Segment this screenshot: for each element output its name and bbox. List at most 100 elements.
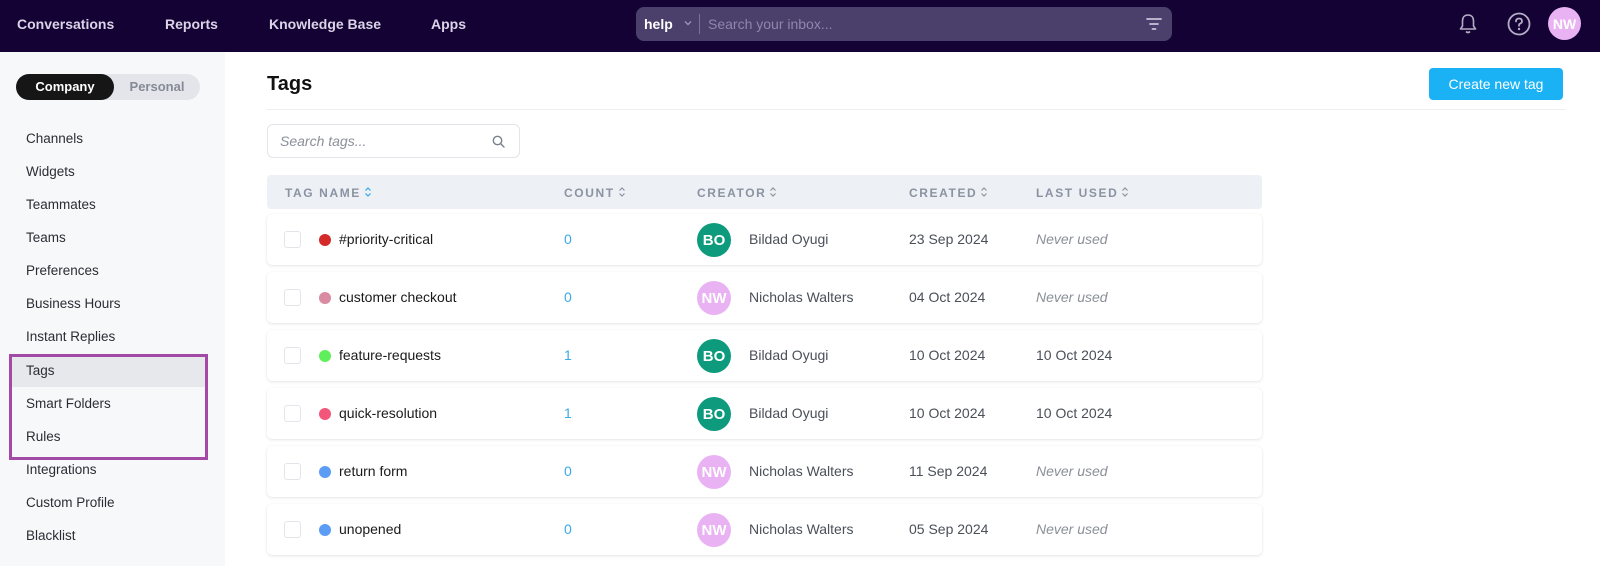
column-label: COUNT [564, 186, 615, 200]
sidebar-item-channels[interactable]: Channels [10, 122, 206, 155]
tag-name[interactable]: feature-requests [339, 347, 441, 363]
row-checkbox[interactable] [284, 405, 301, 422]
tag-color-dot [319, 408, 331, 420]
column-label: TAG NAME [285, 186, 361, 200]
creator-name: Nicholas Walters [749, 463, 854, 479]
creator-avatar: BO [697, 397, 731, 431]
column-header-count[interactable]: COUNT [564, 186, 626, 200]
column-header-creator[interactable]: CREATOR [697, 186, 777, 200]
creator-name: Nicholas Walters [749, 521, 854, 537]
last-used-date: Never used [1036, 521, 1108, 537]
nav-apps[interactable]: Apps [431, 16, 466, 32]
creator-avatar: BO [697, 339, 731, 373]
last-used-date: Never used [1036, 289, 1108, 305]
creator-avatar: NW [697, 455, 731, 489]
tag-color-dot [319, 292, 331, 304]
sidebar-item-teams[interactable]: Teams [10, 221, 206, 254]
inbox-search-bar: help [636, 7, 1172, 41]
sidebar-item-widgets[interactable]: Widgets [10, 155, 206, 188]
table-row[interactable]: customer checkout 0 NW Nicholas Walters … [267, 272, 1262, 323]
sidebar-item-teammates[interactable]: Teammates [10, 188, 206, 221]
created-date: 11 Sep 2024 [909, 463, 988, 479]
tag-color-dot [319, 234, 331, 246]
table-row[interactable]: return form 0 NW Nicholas Walters 11 Sep… [267, 446, 1262, 497]
table-row[interactable]: feature-requests 1 BO Bildad Oyugi 10 Oc… [267, 330, 1262, 381]
created-date: 04 Oct 2024 [909, 289, 986, 305]
settings-sidebar: Company Personal Channels Widgets Teamma… [0, 52, 225, 566]
table-row[interactable]: quick-resolution 1 BO Bildad Oyugi 10 Oc… [267, 388, 1262, 439]
tag-color-dot [319, 524, 331, 536]
tag-name[interactable]: quick-resolution [339, 405, 437, 421]
column-label: LAST USED [1036, 186, 1119, 200]
creator-name: Bildad Oyugi [749, 405, 829, 421]
top-navigation-bar: Conversations Reports Knowledge Base App… [0, 0, 1600, 52]
column-label: CREATED [909, 186, 978, 200]
chevron-down-icon[interactable] [682, 17, 694, 29]
filter-icon[interactable] [1146, 17, 1162, 31]
sort-icon [770, 187, 777, 197]
created-date: 10 Oct 2024 [909, 347, 986, 363]
sidebar-item-business-hours[interactable]: Business Hours [10, 287, 206, 320]
sort-icon [364, 187, 371, 197]
tag-color-dot [319, 350, 331, 362]
tag-name[interactable]: #priority-critical [339, 231, 433, 247]
creator-name: Bildad Oyugi [749, 347, 829, 363]
creator-avatar: NW [697, 513, 731, 547]
create-new-tag-button[interactable]: Create new tag [1429, 68, 1563, 100]
sidebar-item-preferences[interactable]: Preferences [10, 254, 206, 287]
column-header-last-used[interactable]: LAST USED [1036, 186, 1129, 200]
column-label: CREATOR [697, 186, 767, 200]
sidebar-item-integrations[interactable]: Integrations [10, 453, 206, 486]
row-checkbox[interactable] [284, 289, 301, 306]
sidebar-item-rules[interactable]: Rules [10, 420, 206, 453]
tag-count-link[interactable]: 0 [564, 289, 572, 305]
bell-icon[interactable] [1458, 13, 1478, 35]
tag-name[interactable]: return form [339, 463, 407, 479]
created-date: 10 Oct 2024 [909, 405, 986, 421]
tag-search-input[interactable] [280, 125, 480, 157]
last-used-date: 10 Oct 2024 [1036, 347, 1113, 363]
creator-name: Nicholas Walters [749, 289, 854, 305]
segment-company[interactable]: Company [16, 74, 114, 100]
table-row[interactable]: #priority-critical 0 BO Bildad Oyugi 23 … [267, 214, 1262, 265]
last-used-date: Never used [1036, 463, 1108, 479]
created-date: 23 Sep 2024 [909, 231, 989, 247]
sort-icon [618, 187, 625, 197]
nav-reports[interactable]: Reports [165, 16, 218, 32]
sidebar-item-tags[interactable]: Tags [10, 354, 206, 387]
creator-avatar: NW [697, 281, 731, 315]
row-checkbox[interactable] [284, 347, 301, 364]
nav-conversations[interactable]: Conversations [17, 16, 114, 32]
table-header: TAG NAME COUNT CREATOR CREATED LAST USED [267, 175, 1262, 209]
sort-icon [1122, 187, 1129, 197]
tag-name[interactable]: customer checkout [339, 289, 457, 305]
creator-avatar: BO [697, 223, 731, 257]
tag-count-link[interactable]: 0 [564, 463, 572, 479]
user-avatar[interactable]: NW [1548, 7, 1581, 40]
table-row[interactable]: unopened 0 NW Nicholas Walters 05 Sep 20… [267, 504, 1262, 555]
sidebar-item-instant-replies[interactable]: Instant Replies [10, 320, 206, 353]
help-circle-icon[interactable] [1507, 12, 1531, 36]
tag-count-link[interactable]: 0 [564, 521, 572, 537]
sidebar-item-custom-profile[interactable]: Custom Profile [10, 486, 206, 519]
title-divider [267, 109, 1565, 110]
sidebar-item-blacklist[interactable]: Blacklist [10, 519, 206, 552]
segment-personal[interactable]: Personal [114, 74, 200, 100]
tag-count-link[interactable]: 1 [564, 347, 572, 363]
tag-count-link[interactable]: 0 [564, 231, 572, 247]
page-title: Tags [267, 73, 313, 95]
row-checkbox[interactable] [284, 463, 301, 480]
inbox-search-input[interactable] [708, 7, 1128, 41]
row-checkbox[interactable] [284, 231, 301, 248]
row-checkbox[interactable] [284, 521, 301, 538]
column-header-tag-name[interactable]: TAG NAME [285, 186, 372, 200]
search-icon[interactable] [492, 135, 505, 148]
search-scope-select[interactable]: help [644, 16, 673, 32]
tag-name[interactable]: unopened [339, 521, 401, 537]
sidebar-item-smart-folders[interactable]: Smart Folders [10, 387, 206, 420]
tag-count-link[interactable]: 1 [564, 405, 572, 421]
tag-color-dot [319, 466, 331, 478]
last-used-date: 10 Oct 2024 [1036, 405, 1113, 421]
nav-knowledge-base[interactable]: Knowledge Base [269, 16, 381, 32]
column-header-created[interactable]: CREATED [909, 186, 988, 200]
